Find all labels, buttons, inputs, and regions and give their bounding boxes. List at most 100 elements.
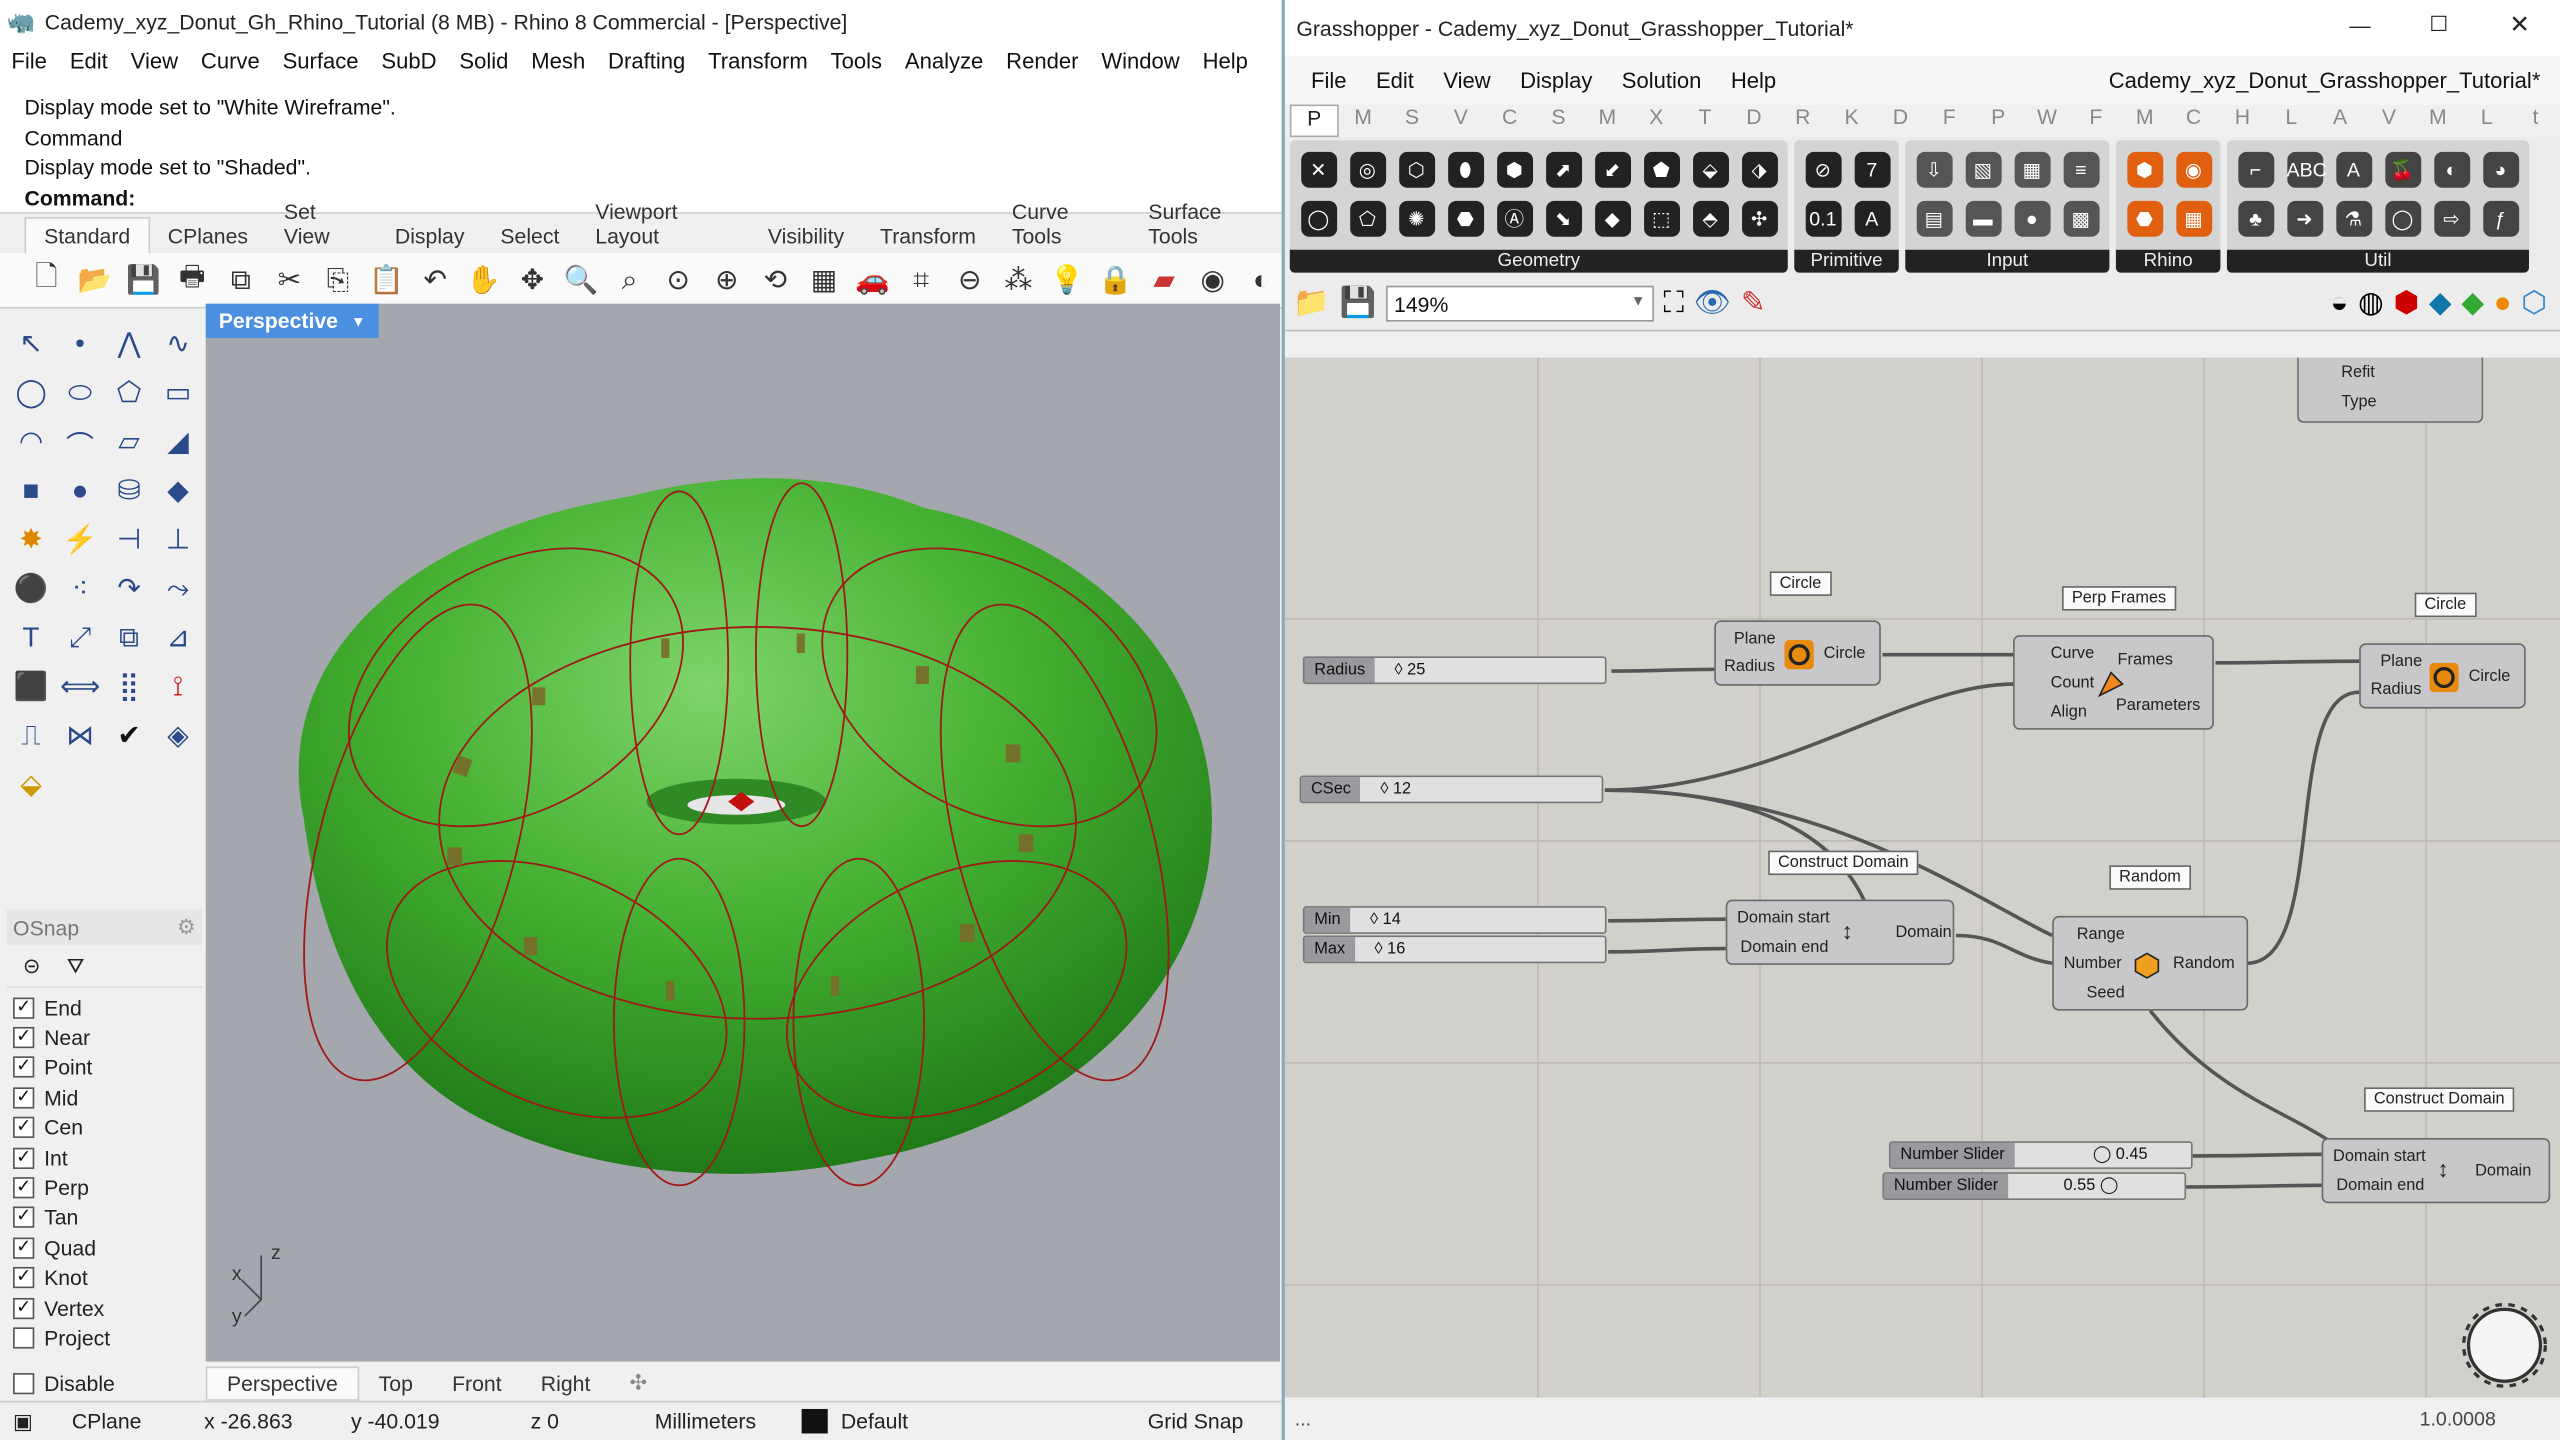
- preview-off-icon[interactable]: ◒: [2330, 286, 2348, 320]
- port-parameters[interactable]: Parameters: [2116, 697, 2200, 715]
- cplane-label[interactable]: CPlane: [72, 1409, 142, 1433]
- osnap-item-project[interactable]: Project: [7, 1323, 203, 1353]
- gh-menu-view[interactable]: View: [1429, 68, 1506, 92]
- port-plane[interactable]: Plane: [2380, 653, 2422, 671]
- osnap-item-perp[interactable]: ✓ Perp: [7, 1173, 203, 1203]
- component-icon[interactable]: ◯: [2379, 194, 2426, 241]
- circle-component[interactable]: Plane Radius Circle: [1714, 620, 1881, 686]
- vp-tab-right[interactable]: Right: [521, 1371, 610, 1395]
- component-icon[interactable]: ♣: [2232, 194, 2279, 241]
- cylinder-icon[interactable]: ⛁: [104, 467, 153, 516]
- component-icon[interactable]: ✺: [1393, 194, 1440, 241]
- menu-drafting[interactable]: Drafting: [597, 48, 697, 72]
- port-seed[interactable]: Seed: [2087, 984, 2125, 1002]
- gh-menu-help[interactable]: Help: [1716, 68, 1791, 92]
- menu-curve[interactable]: Curve: [189, 48, 271, 72]
- port-refit[interactable]: Refit: [2341, 364, 2375, 382]
- pan-hand-icon[interactable]: ✋: [463, 260, 503, 301]
- osnap-item-knot[interactable]: ✓ Knot: [7, 1263, 203, 1293]
- mirror-icon[interactable]: ⊿: [153, 614, 202, 663]
- close-icon[interactable]: ✕: [2509, 10, 2530, 39]
- component-icon[interactable]: ▦: [2170, 194, 2217, 241]
- osnap-checkbox[interactable]: ✓: [13, 1207, 35, 1229]
- osnap-item-cen[interactable]: ✓ Cen: [7, 1113, 203, 1143]
- partial-node[interactable]: Refit Type: [2297, 357, 2484, 423]
- add-viewport-icon[interactable]: ✣: [610, 1370, 667, 1396]
- zoom-icon[interactable]: 🔍: [561, 260, 601, 301]
- four-viewports-icon[interactable]: ▦: [804, 260, 844, 301]
- open-file-icon[interactable]: 📁: [1293, 286, 1330, 320]
- menu-solid[interactable]: Solid: [448, 48, 520, 72]
- osnap-item-end[interactable]: ✓ End: [7, 993, 203, 1023]
- osnap-checkbox[interactable]: ✓: [13, 1117, 35, 1139]
- component-icon[interactable]: 🍒: [2379, 145, 2426, 192]
- osnap-item-quad[interactable]: ✓ Quad: [7, 1233, 203, 1263]
- gh-category-tab[interactable]: W: [2023, 104, 2072, 137]
- component-icon[interactable]: ▤: [1910, 194, 1957, 241]
- osnap-checkbox[interactable]: ✓: [13, 1027, 35, 1049]
- menu-subd[interactable]: SubD: [370, 48, 448, 72]
- port-plane[interactable]: Plane: [1734, 630, 1776, 648]
- port-domain-start[interactable]: Domain start: [2333, 1148, 2426, 1166]
- vp-tab-front[interactable]: Front: [432, 1371, 521, 1395]
- tab-surface-tools[interactable]: Surface Tools: [1130, 199, 1281, 253]
- component-icon[interactable]: ▧: [1959, 145, 2006, 192]
- trim-icon[interactable]: ⚡: [56, 516, 105, 565]
- gh-category-tab[interactable]: P: [1974, 104, 2023, 137]
- component-icon[interactable]: ⌐: [2232, 145, 2279, 192]
- component-icon[interactable]: ⬢: [2121, 145, 2168, 192]
- copy-icon[interactable]: ⎘: [318, 260, 358, 301]
- document-preview-icon[interactable]: ⬡: [2521, 286, 2547, 320]
- gh-category-tab[interactable]: P: [1289, 104, 1339, 138]
- gh-category-tab[interactable]: S: [1534, 104, 1583, 137]
- port-radius[interactable]: Radius: [2371, 681, 2422, 699]
- check-icon[interactable]: ✔: [104, 712, 153, 761]
- extend-icon[interactable]: ⊥: [153, 516, 202, 565]
- canvas-navigator-widget[interactable]: [2460, 1301, 2548, 1389]
- port-number[interactable]: Number: [2064, 955, 2122, 973]
- gumball-icon[interactable]: ⟟: [153, 663, 202, 712]
- slider-value[interactable]: ◊ 25: [1375, 661, 1426, 679]
- explode-icon[interactable]: ✸: [7, 516, 56, 565]
- port-domain-output[interactable]: Domain: [2475, 1162, 2531, 1180]
- component-icon[interactable]: ✕: [1295, 145, 1342, 192]
- gh-category-tab[interactable]: V: [1436, 104, 1485, 137]
- port-radius[interactable]: Radius: [1724, 658, 1775, 676]
- component-icon[interactable]: ⬗: [1736, 145, 1783, 192]
- disable-checkbox[interactable]: [13, 1373, 35, 1395]
- grid-plane-icon[interactable]: ⌗: [901, 260, 941, 301]
- component-icon[interactable]: ➜: [2281, 194, 2328, 241]
- port-type[interactable]: Type: [2341, 393, 2376, 411]
- component-icon[interactable]: ◯: [1295, 194, 1342, 241]
- port-domain-output[interactable]: Domain: [1896, 924, 1952, 942]
- osnap-checkbox[interactable]: ✓: [13, 997, 35, 1019]
- split-icon[interactable]: ⊣: [104, 516, 153, 565]
- preview-mesh-icon[interactable]: ◆: [2461, 286, 2484, 320]
- menu-file[interactable]: File: [0, 48, 58, 72]
- point-icon[interactable]: •: [56, 320, 105, 369]
- preview-eye-icon[interactable]: 👁: [1694, 286, 1731, 320]
- preview-wire-icon[interactable]: ◍: [2358, 286, 2384, 320]
- osnap-item-near[interactable]: ✓ Near: [7, 1023, 203, 1053]
- gh-category-tab[interactable]: C: [2169, 104, 2218, 137]
- named-views-icon[interactable]: 🚗: [852, 260, 892, 301]
- history-icon[interactable]: ⋈: [56, 712, 105, 761]
- osnap-checkbox[interactable]: ✓: [13, 1177, 35, 1199]
- menu-edit[interactable]: Edit: [58, 48, 119, 72]
- component-icon[interactable]: ƒ: [2477, 194, 2524, 241]
- component-icon[interactable]: ⇩: [1910, 145, 1957, 192]
- gh-menu-display[interactable]: Display: [1505, 68, 1607, 92]
- boolean-icon[interactable]: ●: [56, 467, 105, 516]
- select-arrow-icon[interactable]: ↖: [7, 320, 56, 369]
- paste-icon[interactable]: 📋: [366, 260, 406, 301]
- analyze-icon[interactable]: ⎍: [7, 712, 56, 761]
- component-icon[interactable]: ◉: [2170, 145, 2217, 192]
- component-icon[interactable]: ⚗: [2330, 194, 2377, 241]
- tab-curve-tools[interactable]: Curve Tools: [994, 199, 1130, 253]
- drafting-icon[interactable]: ⬙: [7, 761, 56, 810]
- minimize-icon[interactable]: —: [2349, 13, 2370, 37]
- gh-category-tab[interactable]: M: [1583, 104, 1632, 137]
- group-icon[interactable]: ⚫: [7, 565, 56, 614]
- rectangle-icon[interactable]: ▭: [153, 369, 202, 418]
- osnap-item-point[interactable]: ✓ Point: [7, 1053, 203, 1083]
